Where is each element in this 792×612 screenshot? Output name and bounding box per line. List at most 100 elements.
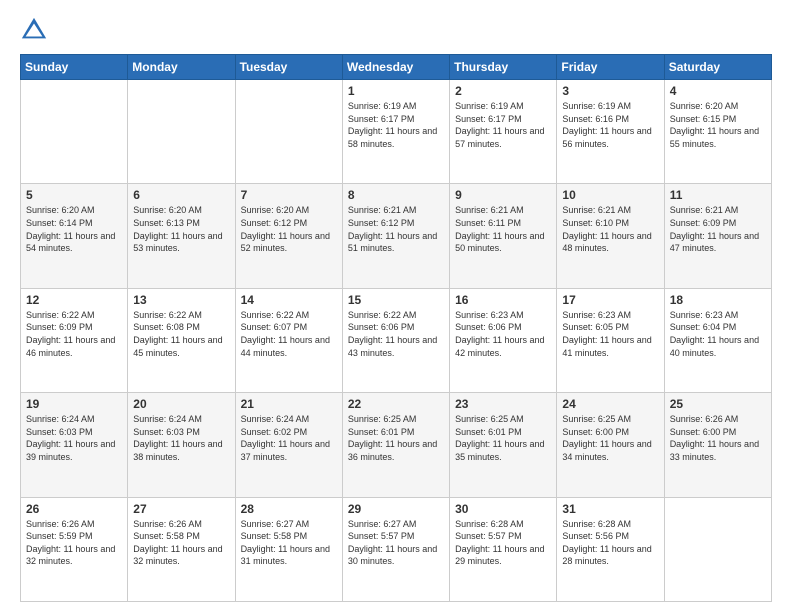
day-number: 21 <box>241 397 337 411</box>
header <box>20 16 772 44</box>
day-info: Sunrise: 6:23 AM Sunset: 6:04 PM Dayligh… <box>670 309 766 359</box>
day-number: 7 <box>241 188 337 202</box>
day-number: 11 <box>670 188 766 202</box>
day-cell: 27Sunrise: 6:26 AM Sunset: 5:58 PM Dayli… <box>128 497 235 601</box>
calendar-table: SundayMondayTuesdayWednesdayThursdayFrid… <box>20 54 772 602</box>
day-info: Sunrise: 6:24 AM Sunset: 6:02 PM Dayligh… <box>241 413 337 463</box>
day-number: 29 <box>348 502 444 516</box>
page: SundayMondayTuesdayWednesdayThursdayFrid… <box>0 0 792 612</box>
day-info: Sunrise: 6:22 AM Sunset: 6:06 PM Dayligh… <box>348 309 444 359</box>
day-cell: 3 Sunrise: 6:19 AM Sunset: 6:16 PM Daylig… <box>557 80 664 184</box>
day-number: 4 <box>670 84 766 98</box>
logo-icon <box>20 16 48 44</box>
day-cell <box>128 80 235 184</box>
day-cell: 29Sunrise: 6:27 AM Sunset: 5:57 PM Dayli… <box>342 497 449 601</box>
day-info: Sunrise: 6:20 AM Sunset: 6:13 PM Dayligh… <box>133 204 229 254</box>
day-cell: 15 Sunrise: 6:22 AM Sunset: 6:06 PM Dayli… <box>342 288 449 392</box>
day-info: Sunrise: 6:22 AM Sunset: 6:07 PM Dayligh… <box>241 309 337 359</box>
day-info: Sunrise: 6:28 AM Sunset: 5:56 PM Dayligh… <box>562 518 658 568</box>
day-cell: 8 Sunrise: 6:21 AM Sunset: 6:12 PM Daylig… <box>342 184 449 288</box>
weekday-header-tuesday: Tuesday <box>235 55 342 80</box>
day-number: 2 <box>455 84 551 98</box>
logo <box>20 16 52 44</box>
day-number: 14 <box>241 293 337 307</box>
day-info: Sunrise: 6:25 AM Sunset: 6:00 PM Dayligh… <box>562 413 658 463</box>
day-number: 1 <box>348 84 444 98</box>
day-number: 18 <box>670 293 766 307</box>
day-number: 24 <box>562 397 658 411</box>
day-cell: 6 Sunrise: 6:20 AM Sunset: 6:13 PM Daylig… <box>128 184 235 288</box>
week-row-1: 1 Sunrise: 6:19 AM Sunset: 6:17 PM Daylig… <box>21 80 772 184</box>
day-number: 15 <box>348 293 444 307</box>
day-cell: 30Sunrise: 6:28 AM Sunset: 5:57 PM Dayli… <box>450 497 557 601</box>
week-row-5: 26 Sunrise: 6:26 AM Sunset: 5:59 PM Dayli… <box>21 497 772 601</box>
day-cell: 16 Sunrise: 6:23 AM Sunset: 6:06 PM Dayli… <box>450 288 557 392</box>
day-number: 28 <box>241 502 337 516</box>
day-cell <box>21 80 128 184</box>
day-info: Sunrise: 6:22 AM Sunset: 6:09 PM Dayligh… <box>26 309 122 359</box>
day-cell: 24 Sunrise: 6:25 AM Sunset: 6:00 PM Dayli… <box>557 393 664 497</box>
day-info: Sunrise: 6:20 AM Sunset: 6:14 PM Dayligh… <box>26 204 122 254</box>
week-row-2: 5 Sunrise: 6:20 AM Sunset: 6:14 PM Daylig… <box>21 184 772 288</box>
day-cell: 28 Sunrise: 6:27 AM Sunset: 5:58 PM Dayli… <box>235 497 342 601</box>
day-info: Sunrise: 6:23 AM Sunset: 6:05 PM Dayligh… <box>562 309 658 359</box>
day-cell <box>664 497 771 601</box>
day-info: Sunrise: 6:26 AM Sunset: 6:00 PM Dayligh… <box>670 413 766 463</box>
day-cell: 5 Sunrise: 6:20 AM Sunset: 6:14 PM Daylig… <box>21 184 128 288</box>
day-cell: 20Sunrise: 6:24 AM Sunset: 6:03 PM Dayli… <box>128 393 235 497</box>
weekday-header-sunday: Sunday <box>21 55 128 80</box>
day-number: 6 <box>133 188 229 202</box>
day-info: Sunrise: 6:23 AM Sunset: 6:06 PM Dayligh… <box>455 309 551 359</box>
day-cell <box>235 80 342 184</box>
day-info: Sunrise: 6:25 AM Sunset: 6:01 PM Dayligh… <box>348 413 444 463</box>
day-info: Sunrise: 6:24 AM Sunset: 6:03 PM Dayligh… <box>26 413 122 463</box>
day-number: 13 <box>133 293 229 307</box>
day-info: Sunrise: 6:25 AM Sunset: 6:01 PM Dayligh… <box>455 413 551 463</box>
day-info: Sunrise: 6:27 AM Sunset: 5:58 PM Dayligh… <box>241 518 337 568</box>
day-number: 26 <box>26 502 122 516</box>
day-cell: 25 Sunrise: 6:26 AM Sunset: 6:00 PM Dayli… <box>664 393 771 497</box>
day-cell: 19Sunrise: 6:24 AM Sunset: 6:03 PM Dayli… <box>21 393 128 497</box>
day-info: Sunrise: 6:20 AM Sunset: 6:15 PM Dayligh… <box>670 100 766 150</box>
day-info: Sunrise: 6:19 AM Sunset: 6:17 PM Dayligh… <box>348 100 444 150</box>
weekday-header-saturday: Saturday <box>664 55 771 80</box>
day-cell: 7 Sunrise: 6:20 AM Sunset: 6:12 PM Daylig… <box>235 184 342 288</box>
day-cell: 17 Sunrise: 6:23 AM Sunset: 6:05 PM Dayli… <box>557 288 664 392</box>
day-info: Sunrise: 6:21 AM Sunset: 6:12 PM Dayligh… <box>348 204 444 254</box>
day-number: 12 <box>26 293 122 307</box>
day-number: 8 <box>348 188 444 202</box>
day-info: Sunrise: 6:20 AM Sunset: 6:12 PM Dayligh… <box>241 204 337 254</box>
day-info: Sunrise: 6:21 AM Sunset: 6:10 PM Dayligh… <box>562 204 658 254</box>
day-cell: 26 Sunrise: 6:26 AM Sunset: 5:59 PM Dayli… <box>21 497 128 601</box>
weekday-header-friday: Friday <box>557 55 664 80</box>
day-number: 31 <box>562 502 658 516</box>
day-number: 9 <box>455 188 551 202</box>
day-number: 3 <box>562 84 658 98</box>
day-number: 20 <box>133 397 229 411</box>
day-number: 10 <box>562 188 658 202</box>
day-cell: 18 Sunrise: 6:23 AM Sunset: 6:04 PM Dayli… <box>664 288 771 392</box>
week-row-3: 12 Sunrise: 6:22 AM Sunset: 6:09 PM Dayli… <box>21 288 772 392</box>
day-info: Sunrise: 6:22 AM Sunset: 6:08 PM Dayligh… <box>133 309 229 359</box>
weekday-header-thursday: Thursday <box>450 55 557 80</box>
day-number: 17 <box>562 293 658 307</box>
weekday-header-monday: Monday <box>128 55 235 80</box>
day-cell: 14 Sunrise: 6:22 AM Sunset: 6:07 PM Dayli… <box>235 288 342 392</box>
day-cell: 13 Sunrise: 6:22 AM Sunset: 6:08 PM Dayli… <box>128 288 235 392</box>
weekday-header-row: SundayMondayTuesdayWednesdayThursdayFrid… <box>21 55 772 80</box>
day-number: 5 <box>26 188 122 202</box>
day-cell: 31 Sunrise: 6:28 AM Sunset: 5:56 PM Dayli… <box>557 497 664 601</box>
day-cell: 1 Sunrise: 6:19 AM Sunset: 6:17 PM Daylig… <box>342 80 449 184</box>
day-cell: 9Sunrise: 6:21 AM Sunset: 6:11 PM Daylig… <box>450 184 557 288</box>
day-info: Sunrise: 6:26 AM Sunset: 5:59 PM Dayligh… <box>26 518 122 568</box>
day-info: Sunrise: 6:19 AM Sunset: 6:16 PM Dayligh… <box>562 100 658 150</box>
day-number: 27 <box>133 502 229 516</box>
day-cell: 12 Sunrise: 6:22 AM Sunset: 6:09 PM Dayli… <box>21 288 128 392</box>
day-info: Sunrise: 6:19 AM Sunset: 6:17 PM Dayligh… <box>455 100 551 150</box>
day-cell: 22 Sunrise: 6:25 AM Sunset: 6:01 PM Dayli… <box>342 393 449 497</box>
day-info: Sunrise: 6:21 AM Sunset: 6:09 PM Dayligh… <box>670 204 766 254</box>
day-number: 16 <box>455 293 551 307</box>
day-number: 25 <box>670 397 766 411</box>
day-cell: 10 Sunrise: 6:21 AM Sunset: 6:10 PM Dayli… <box>557 184 664 288</box>
day-number: 22 <box>348 397 444 411</box>
